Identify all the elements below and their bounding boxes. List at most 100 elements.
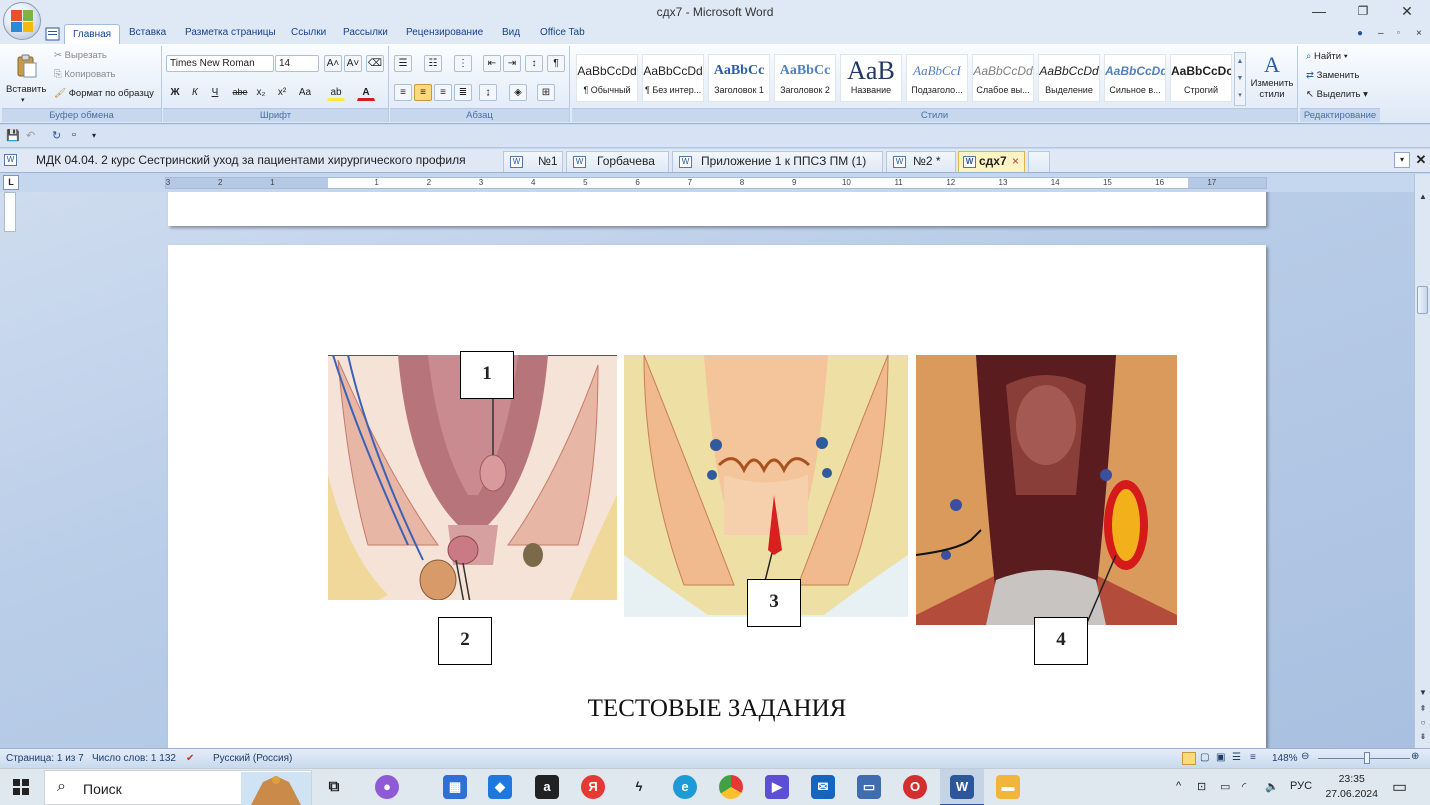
browse-object-icon[interactable]: ○: [1416, 716, 1430, 730]
show-marks-button[interactable]: ¶: [547, 55, 565, 72]
tab-page-layout[interactable]: Разметка страницы: [185, 27, 276, 38]
spellcheck-icon[interactable]: ✔: [186, 753, 194, 764]
undo-icon[interactable]: ↶: [26, 129, 35, 142]
next-page-icon[interactable]: ⇟: [1416, 730, 1430, 744]
doc-tab-1[interactable]: W №1: [503, 151, 563, 172]
change-styles-button[interactable]: A Изменить стили: [1248, 52, 1296, 106]
task-view-icon[interactable]: ⧉: [322, 775, 346, 799]
battery-icon[interactable]: ▭: [1220, 780, 1230, 793]
opera-icon[interactable]: O: [903, 775, 927, 799]
style-title[interactable]: AaB Название: [840, 54, 902, 102]
wifi-icon[interactable]: ◜: [1242, 780, 1246, 793]
style-heading-1[interactable]: AaBbCc Заголовок 1: [708, 54, 770, 102]
store-icon[interactable]: ▦: [443, 775, 467, 799]
reading-view-icon[interactable]: ▢: [1200, 752, 1209, 763]
restore-button[interactable]: ❐: [1340, 0, 1386, 24]
word-count[interactable]: Число слов: 1 132: [92, 753, 176, 764]
save-icon[interactable]: 💾: [6, 129, 20, 142]
tab-view[interactable]: Вид: [502, 27, 520, 38]
paste-button[interactable]: Вставить ▾: [6, 50, 46, 108]
bold-button[interactable]: Ж: [166, 84, 184, 101]
tab-review[interactable]: Рецензирование: [406, 27, 483, 38]
input-language[interactable]: РУС: [1290, 780, 1312, 792]
tab-references[interactable]: Ссылки: [291, 27, 326, 38]
select-button[interactable]: ↖ Выделить ▾: [1306, 89, 1368, 100]
tab-insert[interactable]: Вставка: [129, 27, 166, 38]
shading-icon[interactable]: ◈: [509, 84, 527, 101]
file-explorer-icon[interactable]: ▬: [996, 775, 1020, 799]
scroll-up-icon[interactable]: ▲: [1416, 190, 1430, 204]
borders-icon[interactable]: ⊞: [537, 84, 555, 101]
edge-icon[interactable]: e: [673, 775, 697, 799]
subscript-button[interactable]: x₂: [252, 84, 270, 101]
ribbon-close-button[interactable]: ×: [1416, 28, 1422, 39]
style-strong[interactable]: AaBbCcDc Строгий: [1170, 54, 1232, 102]
font-size-select[interactable]: 14: [275, 55, 319, 72]
align-right-icon[interactable]: ≡: [434, 84, 452, 101]
close-button[interactable]: ✕: [1384, 0, 1430, 24]
mail-icon[interactable]: ✉: [811, 775, 835, 799]
superscript-button[interactable]: x²: [273, 84, 291, 101]
cut-button[interactable]: ✂ Вырезать: [54, 50, 107, 61]
copy-button[interactable]: ⎘ Копировать: [54, 69, 115, 80]
draft-view-icon[interactable]: ≡: [1250, 752, 1256, 763]
lightning-app-icon[interactable]: ϟ: [627, 775, 651, 799]
format-painter-button[interactable]: 🖌 Формат по образцу: [54, 88, 154, 99]
numbering-icon[interactable]: ☷: [424, 55, 442, 72]
strikethrough-button[interactable]: abe: [231, 84, 249, 101]
new-tab-button[interactable]: [1028, 151, 1050, 172]
justify-icon[interactable]: ≣: [454, 84, 472, 101]
tab-home[interactable]: Главная: [64, 24, 121, 44]
align-center-icon[interactable]: ≡: [414, 84, 432, 101]
zoom-level[interactable]: 148%: [1272, 753, 1298, 764]
dropbox-icon[interactable]: ◆: [488, 775, 512, 799]
tab-mailings[interactable]: Рассылки: [343, 27, 388, 38]
yandex-browser-icon[interactable]: Я: [581, 775, 605, 799]
italic-button[interactable]: К: [186, 84, 204, 101]
alice-icon[interactable]: ●: [375, 775, 399, 799]
previous-page-icon[interactable]: ⇞: [1416, 702, 1430, 716]
customize-qat-icon[interactable]: ▾: [92, 131, 96, 140]
outline-view-icon[interactable]: ☰: [1232, 752, 1241, 763]
tray-expand-icon[interactable]: ^: [1176, 780, 1181, 792]
close-all-tabs-icon[interactable]: ✕: [1414, 152, 1428, 168]
scroll-thumb[interactable]: [1417, 286, 1428, 314]
ribbon-minimize-button[interactable]: –: [1378, 28, 1384, 39]
doc-tab-mdk[interactable]: МДК 04.04. 2 курс Сестринский уход за па…: [2, 151, 500, 172]
scroll-down-icon[interactable]: ▼: [1416, 686, 1430, 700]
shrink-font-button[interactable]: A˅: [344, 55, 362, 72]
doc-tab-gorbacheva[interactable]: W Горбачева: [566, 151, 669, 172]
style-subtitle[interactable]: AaBbCcI Подзаголо...: [906, 54, 968, 102]
font-name-select[interactable]: Times New Roman: [166, 55, 274, 72]
tab-office-tab[interactable]: Office Tab: [540, 27, 585, 38]
computer-icon[interactable]: ▭: [857, 775, 881, 799]
new-document-icon[interactable]: ▫: [72, 129, 76, 141]
notifications-icon[interactable]: ▭: [1392, 777, 1407, 797]
page-count[interactable]: Страница: 1 из 7: [6, 753, 84, 764]
zoom-in-icon[interactable]: ⊕: [1411, 751, 1419, 762]
windows-start-icon[interactable]: [13, 779, 29, 795]
tab-list-dropdown-icon[interactable]: ▾: [1394, 152, 1410, 168]
document-page[interactable]: 1 2 3 4 ТЕСТОВЫЕ ЗАДАНИЯ: [168, 245, 1266, 748]
style-normal[interactable]: AaBbCcDd ¶ Обычный: [576, 54, 638, 102]
help-icon[interactable]: ●: [1357, 28, 1363, 39]
styles-gallery-scroll[interactable]: ▲ ▼ ▾: [1234, 52, 1246, 106]
print-layout-icon[interactable]: [1182, 752, 1196, 765]
volume-icon[interactable]: 🔈: [1265, 780, 1279, 793]
style-emphasis[interactable]: AaBbCcDd Выделение: [1038, 54, 1100, 102]
line-spacing-icon[interactable]: ↨: [479, 84, 497, 101]
style-heading-2[interactable]: AaBbCc Заголовок 2: [774, 54, 836, 102]
tray-app-icon[interactable]: ⊡: [1197, 780, 1206, 793]
taskbar-search[interactable]: ⌕ Поиск: [44, 770, 312, 805]
change-case-button[interactable]: Aa: [296, 84, 314, 101]
doc-tab-appendix[interactable]: W Приложение 1 к ППСЗ ПМ (1): [672, 151, 883, 172]
style-no-spacing[interactable]: AaBbCcDd ¶ Без интер...: [642, 54, 704, 102]
close-tab-icon[interactable]: ×: [1012, 152, 1019, 171]
ribbon-restore-button[interactable]: ▫: [1397, 28, 1400, 37]
style-subtle-emphasis[interactable]: AaBbCcDd Слабое вы...: [972, 54, 1034, 102]
system-clock[interactable]: 23:35 27.06.2024: [1325, 772, 1378, 802]
minimize-button[interactable]: —: [1296, 0, 1342, 24]
replace-button[interactable]: ⇄ Заменить: [1306, 70, 1359, 81]
word-app-icon[interactable]: W: [950, 775, 974, 799]
highlight-icon[interactable]: ab: [327, 84, 345, 101]
